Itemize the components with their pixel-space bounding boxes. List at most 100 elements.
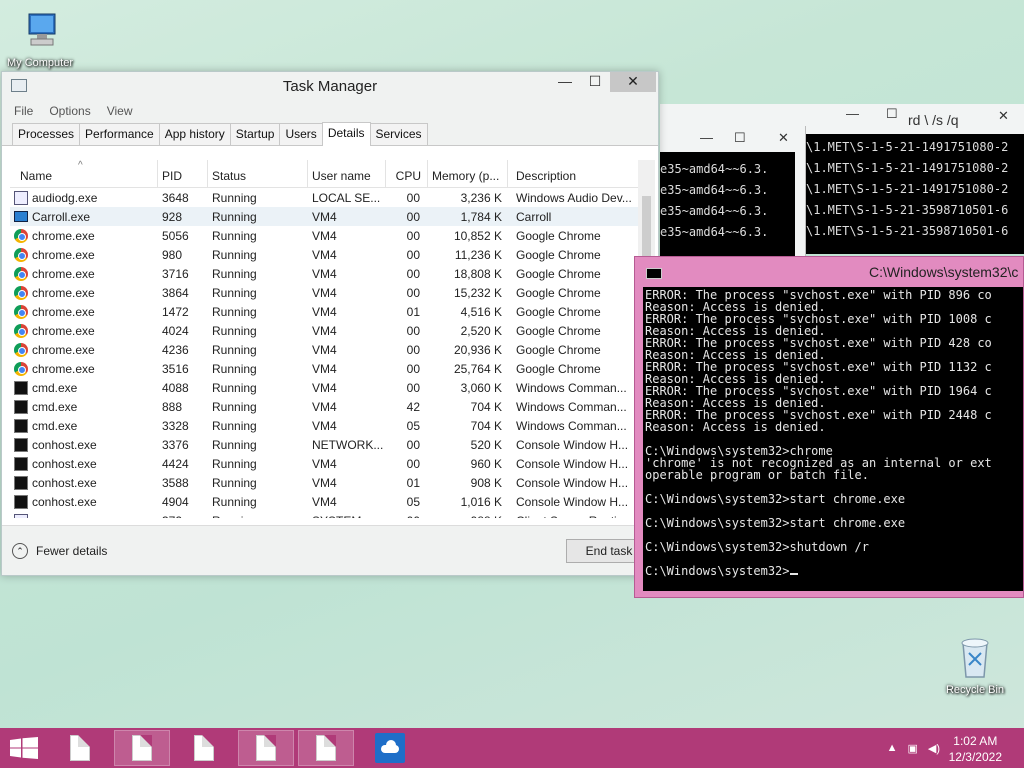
user-name-cell: LOCAL SE... [312,190,381,205]
memory-cell: 704 K [470,418,502,433]
table-row[interactable]: conhost.exe 4424 Running VM4 00 960 K Console … [10,454,655,473]
table-row[interactable]: chrome.exe 4024 Running VM4 00 2,520 K Google … [10,321,655,340]
tab-app-history[interactable]: App history [158,123,231,145]
table-row[interactable]: Carroll.exe 928 Running VM4 00 1,784 K Carroll [10,207,655,226]
pid-cell: 5056 [162,228,189,243]
table-row[interactable]: conhost.exe 4904 Running VM4 05 1,016 K Consol… [10,492,655,511]
table-row[interactable]: chrome.exe 980 Running VM4 00 11,236 K Google … [10,245,655,264]
table-row[interactable]: audiodg.exe 3648 Running LOCAL SE... 00 3,236… [10,188,655,207]
taskbar-document-2[interactable] [114,730,170,766]
user-name-cell: NETWORK... [312,437,384,452]
user-name-cell: VM4 [312,361,337,376]
tab-processes[interactable]: Processes [12,123,81,145]
status-cell: Running [212,418,257,433]
cpu-cell: 00 [406,456,420,471]
recycle-bin-icon[interactable]: Recycle Bin [934,633,1016,696]
status-cell: Running [212,494,257,509]
command-prompt-output[interactable]: ERROR: The process "svchost.exe" with PI… [643,287,1023,591]
clock[interactable]: 1:02 AM 12/3/2022 [949,733,1002,765]
table-row[interactable]: chrome.exe 5056 Running VM4 00 10,852 K Google… [10,226,655,245]
middle-console-window[interactable]: — ☐ ✕ e35~amd64~~6.3. e35~amd64~~6.3. e35~… [660,126,806,256]
table-row[interactable]: cmd.exe 4088 Running VM4 00 3,060 K Windows Co… [10,378,655,397]
my-computer-icon[interactable]: My Computer [0,10,80,69]
taskbar-document-4[interactable] [238,730,294,766]
network-icon[interactable]: ▣ [907,742,917,755]
taskbar-document-5[interactable] [298,730,354,766]
table-row[interactable]: conhost.exe 3376 Running NETWORK... 00 520 K C… [10,435,655,454]
pid-cell: 1472 [162,304,189,319]
column-header-description[interactable]: Description [508,160,633,187]
console-line: \1.MET\S-1-5-21-1491751080-2 [806,140,1009,154]
cmd-icon [14,494,28,509]
tab-users[interactable]: Users [279,123,323,145]
status-cell: Running [212,285,257,300]
column-header-name[interactable]: Name [10,160,158,187]
document-icon [132,735,152,761]
menu-view[interactable]: View [107,104,133,118]
column-header-pid[interactable]: PID [158,160,208,187]
taskbar-document-3[interactable] [176,730,232,766]
console-line: C:\Windows\system32> [645,565,1023,577]
cpu-cell: 00 [406,190,420,205]
table-row[interactable]: cmd.exe 3328 Running VM4 05 704 K Windows Comm… [10,416,655,435]
minimize-button[interactable]: — [550,72,580,92]
table-row[interactable]: chrome.exe 4236 Running VM4 00 20,936 K Google… [10,340,655,359]
table-row[interactable]: conhost.exe 3588 Running VM4 01 908 K Console … [10,473,655,492]
tab-startup[interactable]: Startup [229,123,281,145]
menu-file[interactable]: File [14,104,33,118]
maximize-button[interactable]: ☐ [580,72,610,92]
windows-start-button[interactable] [10,737,38,759]
command-prompt-window[interactable]: C:\Windows\system32\c ERROR: The process… [634,256,1024,598]
process-name: conhost.exe [32,437,97,452]
maximize-button[interactable]: ☐ [886,106,898,122]
tab-details[interactable]: Details [321,122,371,146]
table-row[interactable]: chrome.exe 1472 Running VM4 01 4,516 K Google … [10,302,655,321]
maximize-button[interactable]: ☐ [734,130,746,146]
command-prompt-icon [646,268,662,279]
task-manager-window[interactable]: Task Manager — ☐ ✕ File Options View Pro… [1,71,659,576]
process-name: conhost.exe [32,456,97,471]
table-row[interactable]: chrome.exe 3516 Running VM4 00 25,764 K Google… [10,359,655,378]
close-button[interactable]: ✕ [778,130,789,146]
minimize-button[interactable]: — [846,106,859,121]
title-bar[interactable]: Task Manager — ☐ ✕ [2,72,658,100]
column-header-status[interactable]: Status [208,160,308,187]
fewer-details-button[interactable]: ⌃ Fewer details [12,543,107,559]
volume-icon[interactable]: ◀) [928,742,940,755]
pid-cell: 4088 [162,380,189,395]
tab-performance[interactable]: Performance [79,123,160,145]
process-name: Carroll.exe [32,209,91,224]
tab-services[interactable]: Services [369,123,428,145]
pid-cell: 3864 [162,285,189,300]
table-row[interactable]: cmd.exe 888 Running VM4 42 704 K Windows Comma… [10,397,655,416]
pid-cell: 4024 [162,323,189,338]
menu-options[interactable]: Options [49,104,90,118]
process-name: conhost.exe [32,475,97,490]
table-row[interactable]: csrss.exe 372RunningSYSTEM00988 KClient S… [10,511,655,518]
console-line: C:\Windows\system32>start chrome.exe [645,516,906,530]
my-computer-label: My Computer [6,57,74,69]
memory-cell: 20,936 K [453,342,502,357]
process-name: chrome.exe [32,342,95,357]
table-row[interactable]: chrome.exe 3716 Running VM4 00 18,808 K Google… [10,264,655,283]
memory-cell: 3,236 K [460,190,502,205]
column-header-cpu[interactable]: CPU [386,160,428,187]
close-button[interactable]: ✕ [610,72,656,92]
close-button[interactable]: ✕ [998,108,1009,124]
show-hidden-icons-icon[interactable]: ▲ [887,742,898,755]
system-tray: ▲ ▣ ◀) [887,742,940,755]
description-cell: Console Window H... [516,437,629,452]
user-name-cell: VM4 [312,418,337,433]
console-line: \1.MET\S-1-5-21-3598710501-6 [806,203,1009,217]
minimize-button[interactable]: — [700,130,713,145]
taskbar-onedrive[interactable] [362,730,418,766]
table-row[interactable]: chrome.exe 3864 Running VM4 00 15,232 K Google… [10,283,655,302]
taskbar-document-1[interactable] [52,730,108,766]
console-line: C:\Windows\system32>shutdown /r [645,540,869,554]
column-header-user-name[interactable]: User name [308,160,386,187]
cpu-cell: 00 [406,266,420,281]
console-line: C:\Windows\system32>start chrome.exe [645,492,906,506]
process-name: chrome.exe [32,304,95,319]
cmd-icon [14,418,28,433]
column-header-memory[interactable]: Memory (p... [428,160,508,187]
